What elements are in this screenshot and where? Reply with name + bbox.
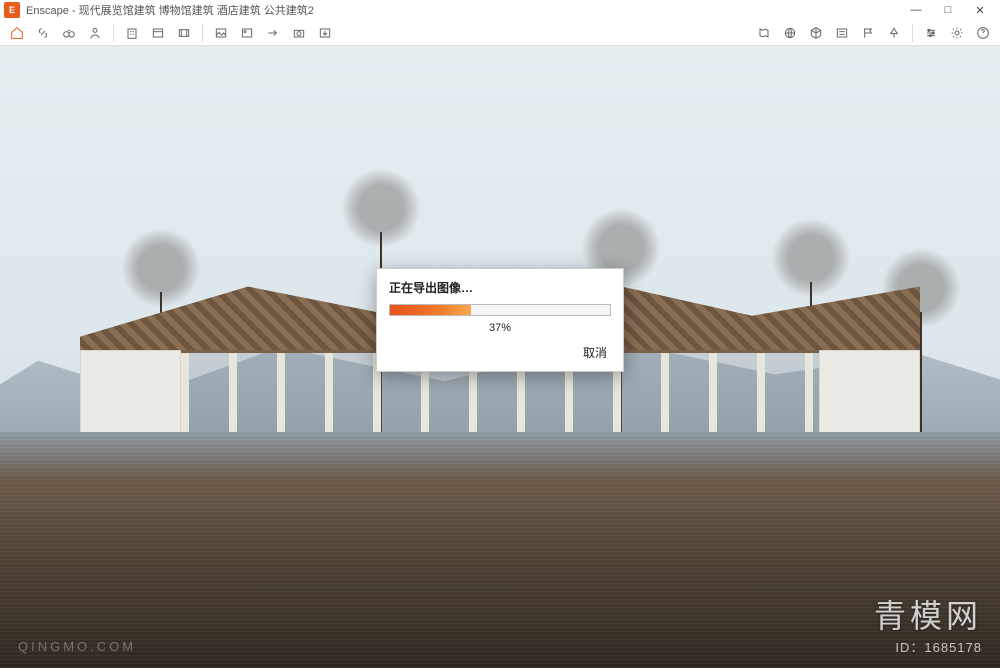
watermark-id: ID：1685178 — [874, 637, 982, 656]
toolbar — [0, 20, 1000, 46]
help-icon[interactable] — [972, 22, 994, 44]
window-controls: — □ ✕ — [900, 0, 996, 20]
dialog-title: 正在导出图像… — [389, 279, 611, 296]
home-icon[interactable] — [6, 22, 28, 44]
capture-icon[interactable] — [288, 22, 310, 44]
render-viewport[interactable]: QINGMO.COM QINGMO.COM 青模网 ID：1685178 正在导… — [0, 46, 1000, 668]
progress-bar — [389, 304, 611, 316]
watermark-bottom-right: 青模网 ID：1685178 — [874, 591, 982, 656]
watermark-brand: 青模网 — [874, 591, 982, 637]
export-icon[interactable] — [314, 22, 336, 44]
app-logo: E — [4, 2, 20, 18]
minimize-button[interactable]: — — [900, 0, 932, 20]
progress-percent-label: 37% — [389, 322, 611, 334]
panel-icon[interactable] — [147, 22, 169, 44]
binoculars-icon[interactable] — [58, 22, 80, 44]
toolbar-left-group — [6, 22, 336, 44]
tree-icon[interactable] — [883, 22, 905, 44]
cancel-button[interactable]: 取消 — [579, 342, 611, 363]
maximize-button[interactable]: □ — [932, 0, 964, 20]
image-icon[interactable] — [210, 22, 232, 44]
watermark-bottom-left: QINGMO.COM — [18, 639, 136, 654]
legend-icon[interactable] — [831, 22, 853, 44]
toolbar-right-group — [753, 22, 994, 44]
close-button[interactable]: ✕ — [964, 0, 996, 20]
flag-icon[interactable] — [857, 22, 879, 44]
export-progress-dialog: 正在导出图像… 37% 取消 — [376, 268, 624, 372]
picture-icon[interactable] — [236, 22, 258, 44]
film-icon[interactable] — [173, 22, 195, 44]
cube-icon[interactable] — [805, 22, 827, 44]
settings-icon[interactable] — [946, 22, 968, 44]
building-icon[interactable] — [121, 22, 143, 44]
toolbar-separator — [113, 24, 114, 42]
scene-tree — [920, 312, 922, 432]
toolbar-separator — [202, 24, 203, 42]
link-icon[interactable] — [32, 22, 54, 44]
globe-icon[interactable] — [779, 22, 801, 44]
arrow-right-icon[interactable] — [262, 22, 284, 44]
map-icon[interactable] — [753, 22, 775, 44]
window-title: Enscape - 现代展览馆建筑 博物馆建筑 酒店建筑 公共建筑2 — [26, 2, 314, 18]
title-bar: E Enscape - 现代展览馆建筑 博物馆建筑 酒店建筑 公共建筑2 — □… — [0, 0, 1000, 20]
toolbar-separator — [912, 24, 913, 42]
dialog-actions: 取消 — [389, 342, 611, 363]
slider-icon[interactable] — [920, 22, 942, 44]
progress-fill — [390, 305, 471, 315]
scene-water — [0, 432, 1000, 668]
person-icon[interactable] — [84, 22, 106, 44]
